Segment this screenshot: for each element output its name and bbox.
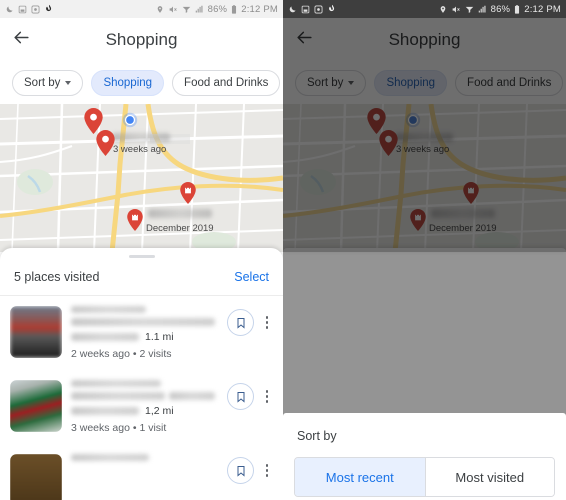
map-label-december: December 2019 xyxy=(146,223,214,234)
blurred-place-name xyxy=(71,306,146,313)
chip-label: Sort by xyxy=(24,77,61,89)
chevron-down-icon xyxy=(65,81,72,85)
sort-option-label: Most recent xyxy=(325,469,394,485)
location-icon xyxy=(439,5,447,14)
bookmark-icon[interactable] xyxy=(227,383,254,410)
map-view[interactable]: 3 weeks ago December 2019 xyxy=(0,104,283,252)
phone-screen-right: 86% 2:12 PM Shopping Sort by Shopping Fo… xyxy=(283,0,566,500)
app-icon xyxy=(44,4,54,14)
chip-sort-by[interactable]: Sort by xyxy=(12,70,84,96)
phone-screen-left: 86% 2:12 PM Shopping Sort by Shopping Fo… xyxy=(0,0,283,500)
place-thumbnail xyxy=(10,380,62,432)
sort-by-dialog: Sort by Most recent Most visited xyxy=(283,413,566,500)
place-details: 1.1 mi 2 weeks ago • 2 visits xyxy=(62,306,227,360)
chip-label: Food and Drinks xyxy=(184,77,269,89)
screenshot-root: 86% 2:12 PM Shopping Sort by Shopping Fo… xyxy=(0,0,566,500)
signal-icon xyxy=(195,5,204,14)
list-item[interactable] xyxy=(0,444,283,500)
more-options-icon[interactable] xyxy=(259,309,275,336)
sort-option-most-visited[interactable]: Most visited xyxy=(424,458,554,496)
place-details xyxy=(62,454,227,466)
blurred-place-category xyxy=(71,318,215,326)
status-bar-right-icons: 86% 2:12 PM xyxy=(156,4,278,15)
battery-icon xyxy=(514,4,520,14)
place-distance: 1,2 mi xyxy=(145,405,174,417)
status-bar-left-icons xyxy=(288,4,337,14)
blurred-place-address xyxy=(71,407,139,415)
chip-shopping[interactable]: Shopping xyxy=(91,70,165,96)
screenshot-icon xyxy=(314,5,323,14)
sort-option-most-recent[interactable]: Most recent xyxy=(295,458,425,496)
app-bar: Shopping xyxy=(0,18,283,62)
place-thumbnail xyxy=(10,454,62,500)
sort-option-label: Most visited xyxy=(455,469,525,485)
moon-icon xyxy=(288,5,297,14)
sort-options-group: Most recent Most visited xyxy=(294,457,555,497)
app-icon xyxy=(327,4,337,14)
screenshot-icon xyxy=(31,5,40,14)
select-button[interactable]: Select xyxy=(234,270,269,284)
dialog-title: Sort by xyxy=(297,429,337,443)
wifi-icon xyxy=(182,5,191,14)
more-options-icon[interactable] xyxy=(259,383,275,410)
battery-percent: 86% xyxy=(207,3,228,15)
status-bar: 86% 2:12 PM xyxy=(0,0,283,18)
blurred-place-name xyxy=(71,454,149,461)
list-item[interactable]: 1.1 mi 2 weeks ago • 2 visits xyxy=(0,296,283,370)
mute-icon xyxy=(451,5,461,14)
blurred-place-name xyxy=(71,380,162,387)
back-button[interactable] xyxy=(0,18,42,62)
place-distance: 1.1 mi xyxy=(145,331,174,343)
bookmark-icon[interactable] xyxy=(227,309,254,336)
save-icon xyxy=(301,5,310,14)
filter-chips-row[interactable]: Sort by Shopping Food and Drinks Airp xyxy=(0,62,283,104)
wifi-icon xyxy=(465,5,474,14)
sheet-header: 5 places visited Select xyxy=(0,258,283,296)
blurred-place-category xyxy=(71,392,165,400)
row-actions xyxy=(227,306,275,336)
battery-percent: 86% xyxy=(490,3,511,15)
blurred-place-extra xyxy=(168,392,216,400)
blurred-map-label xyxy=(148,209,212,218)
place-thumbnail xyxy=(10,306,62,358)
bookmark-icon[interactable] xyxy=(227,457,254,484)
signal-icon xyxy=(478,5,487,14)
status-bar-right-icons: 86% 2:12 PM xyxy=(439,4,561,15)
chip-label: Shopping xyxy=(103,77,153,89)
blurred-place-address xyxy=(71,333,139,341)
back-arrow-icon xyxy=(12,28,31,52)
page-title: Shopping xyxy=(105,30,178,49)
blurred-map-label xyxy=(112,133,170,142)
place-meta: 2 weeks ago • 2 visits xyxy=(71,348,172,360)
row-actions xyxy=(227,454,275,484)
clock: 2:12 PM xyxy=(241,3,278,15)
battery-icon xyxy=(231,4,237,14)
bottom-sheet: 5 places visited Select 1.1 mi 2 weeks a… xyxy=(0,248,283,500)
place-details: 1,2 mi 3 weeks ago • 1 visit xyxy=(62,380,227,434)
places-count-label: 5 places visited xyxy=(14,269,100,284)
place-meta: 3 weeks ago • 1 visit xyxy=(71,422,167,434)
clock: 2:12 PM xyxy=(524,3,561,15)
mute-icon xyxy=(168,5,178,14)
save-icon xyxy=(18,5,27,14)
chip-food-and-drinks[interactable]: Food and Drinks xyxy=(172,70,281,96)
list-item[interactable]: 1,2 mi 3 weeks ago • 1 visit xyxy=(0,370,283,444)
status-bar: 86% 2:12 PM xyxy=(283,0,566,18)
moon-icon xyxy=(5,5,14,14)
status-bar-left-icons xyxy=(5,4,54,14)
row-actions xyxy=(227,380,275,410)
location-icon xyxy=(156,5,164,14)
more-options-icon[interactable] xyxy=(259,457,275,484)
map-label-recent: 3 weeks ago xyxy=(113,144,167,155)
